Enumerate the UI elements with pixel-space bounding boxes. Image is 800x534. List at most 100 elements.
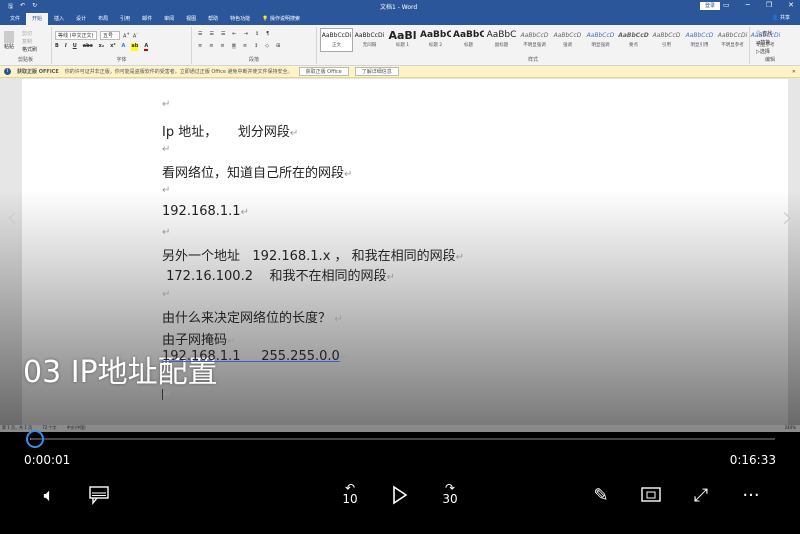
get-office-button[interactable]: 获取正版 Office bbox=[298, 67, 349, 76]
share-button[interactable]: 👤 共享 bbox=[772, 14, 790, 21]
find-button[interactable]: 🔍查找 bbox=[756, 30, 772, 39]
shading-icon[interactable]: ◇ bbox=[265, 43, 269, 49]
align-center-icon[interactable]: ≡ bbox=[209, 43, 213, 49]
captions-icon[interactable] bbox=[86, 482, 112, 508]
style-item[interactable]: AaBbC 标题 2 bbox=[419, 28, 452, 52]
volume-icon[interactable]: 🔈︎ bbox=[36, 482, 62, 508]
restore-icon[interactable]: ❐ bbox=[766, 1, 772, 9]
shrink-font-icon[interactable]: A- bbox=[133, 31, 138, 40]
style-item[interactable]: AaBbCcDi 正文 bbox=[320, 28, 353, 52]
sort-icon[interactable]: ↕ bbox=[255, 31, 259, 37]
distributed-icon[interactable]: ≡ bbox=[243, 43, 247, 49]
vertical-scrollbar[interactable] bbox=[790, 79, 800, 425]
undo-icon[interactable]: ↶ bbox=[20, 2, 25, 12]
tab-file[interactable]: 文件 bbox=[4, 13, 26, 25]
strikethrough-icon[interactable]: abc bbox=[83, 43, 93, 51]
minimize-icon[interactable]: ─ bbox=[746, 1, 750, 9]
bullets-icon[interactable]: ☰ bbox=[198, 31, 202, 37]
skip-forward-button[interactable]: ↷ 30 bbox=[437, 482, 463, 508]
learn-more-button[interactable]: 了解详细信息 bbox=[354, 67, 399, 76]
style-item[interactable]: AaBbCcD 明显引用 bbox=[683, 28, 716, 52]
previous-arrow-icon[interactable]: ‹ bbox=[6, 200, 18, 235]
superscript-icon[interactable]: x² bbox=[110, 43, 115, 51]
edit-pencil-icon[interactable]: ✎ bbox=[588, 482, 614, 508]
tell-me-search[interactable]: 💡 操作说明搜索 bbox=[256, 13, 306, 25]
justify-icon[interactable]: ≡ bbox=[231, 43, 236, 49]
subscript-icon[interactable]: x₂ bbox=[99, 43, 104, 51]
style-item[interactable]: AaBbCcD 引用 bbox=[650, 28, 683, 52]
redo-icon[interactable]: ↻ bbox=[32, 2, 37, 12]
tab-view[interactable]: 视图 bbox=[180, 13, 202, 25]
align-left-icon[interactable]: ≡ bbox=[198, 43, 202, 49]
message-text: 你的许可证并非正版，你可能是盗版软件的受害者。立即通过正版 Office 避免中… bbox=[64, 69, 293, 75]
ribbon-display-icon[interactable]: ▭ bbox=[723, 1, 730, 9]
font-size-select[interactable]: 五号 bbox=[100, 31, 120, 40]
paste-button[interactable]: 粘贴 bbox=[4, 31, 14, 50]
increase-indent-icon[interactable]: ⇥ bbox=[244, 31, 248, 37]
style-preview: AaBbC bbox=[486, 30, 517, 40]
tab-home[interactable]: 开始 bbox=[26, 13, 49, 25]
bold-icon[interactable]: B bbox=[55, 43, 59, 51]
tab-references[interactable]: 引用 bbox=[114, 13, 136, 25]
style-item[interactable]: AaBbC 副标题 bbox=[485, 28, 518, 52]
styles-group-label: 样式 bbox=[527, 57, 538, 63]
media-player-controls: 0:00:01 0:16:33 🔈︎ ↶ 10 ↷ 30 ✎ ⤢ ··· bbox=[0, 430, 800, 534]
close-icon[interactable]: ✕ bbox=[788, 1, 794, 9]
borders-icon[interactable]: ⊞ bbox=[276, 43, 280, 49]
seek-bar[interactable] bbox=[30, 438, 775, 440]
style-preview: AaBbCcDi bbox=[354, 32, 385, 39]
font-name-select[interactable]: 等线 (中文正文) bbox=[55, 31, 97, 40]
paste-label: 粘贴 bbox=[4, 44, 15, 50]
close-message-icon[interactable]: ✕ bbox=[792, 69, 796, 75]
tab-layout[interactable]: 布局 bbox=[92, 13, 114, 25]
style-item[interactable]: AaBbCcD 要点 bbox=[617, 28, 650, 52]
play-button[interactable] bbox=[387, 482, 413, 508]
text-effects-icon[interactable]: A bbox=[122, 43, 126, 51]
style-item[interactable]: AaBbC 标题 bbox=[452, 28, 485, 52]
elapsed-time: 0:00:01 bbox=[24, 453, 71, 467]
doc-line: 由什么来决定网络位的长度？ ↵ bbox=[162, 311, 343, 326]
style-preview: AaBbCcD bbox=[520, 32, 549, 39]
copy-button[interactable]: 复制 bbox=[22, 38, 37, 46]
replace-button[interactable]: ⇄替换 bbox=[756, 39, 772, 48]
seek-thumb[interactable] bbox=[26, 430, 44, 448]
tab-mailings[interactable]: 邮件 bbox=[136, 13, 158, 25]
tab-insert[interactable]: 插入 bbox=[48, 13, 70, 25]
highlight-icon[interactable]: ab bbox=[131, 43, 139, 51]
underline-icon[interactable]: U bbox=[73, 43, 77, 51]
more-options-icon[interactable]: ··· bbox=[738, 482, 764, 508]
tab-review[interactable]: 审阅 bbox=[158, 13, 180, 25]
format-painter-button[interactable]: 格式刷 bbox=[22, 46, 37, 54]
grow-font-icon[interactable]: A+ bbox=[123, 31, 130, 40]
tab-special[interactable]: 特色功能 bbox=[224, 13, 256, 25]
doc-line: 由子网掩码↵ bbox=[162, 333, 236, 348]
italic-icon[interactable]: I bbox=[65, 43, 67, 51]
share-label: 共享 bbox=[779, 15, 790, 21]
tab-help[interactable]: 帮助 bbox=[202, 13, 224, 25]
style-item[interactable]: AaBbCcDi 不明显参考 bbox=[716, 28, 749, 52]
multilevel-icon[interactable]: ☰ bbox=[221, 31, 225, 37]
login-button[interactable]: 登录 bbox=[700, 2, 721, 10]
align-right-icon[interactable]: ≡ bbox=[220, 43, 224, 49]
document-page[interactable]: ↵ Ip 地址， 划分网段↵ ↵ 看网络位，知道自己所在的网段↵ ↵ 192.1… bbox=[22, 79, 788, 425]
font-color-icon[interactable]: A bbox=[144, 43, 149, 51]
style-name: 要点 bbox=[629, 43, 638, 48]
skip-back-button[interactable]: ↶ 10 bbox=[337, 482, 363, 508]
style-item[interactable]: AaBbCcD 明显强调 bbox=[584, 28, 617, 52]
style-item[interactable]: AaBbCcDi 无间隔 bbox=[353, 28, 386, 52]
cut-button[interactable]: 剪切 bbox=[22, 30, 37, 38]
doc-line: 另外一个地址 192.168.1.x ， 和我在相同的网段↵ bbox=[162, 249, 465, 264]
zoom-level[interactable]: 240% bbox=[785, 425, 800, 432]
line-spacing-icon[interactable]: ↕ bbox=[254, 43, 258, 49]
mini-view-icon[interactable] bbox=[638, 482, 664, 508]
decrease-indent-icon[interactable]: ⇤ bbox=[232, 31, 236, 37]
numbering-icon[interactable]: ☰ bbox=[209, 31, 213, 37]
style-item[interactable]: AaBbCcD 强调 bbox=[551, 28, 584, 52]
style-item[interactable]: AaBl 标题 1 bbox=[386, 28, 419, 52]
fullscreen-icon[interactable]: ⤢ bbox=[688, 482, 714, 508]
tab-design[interactable]: 设计 bbox=[70, 13, 92, 25]
save-icon[interactable]: 🖫 bbox=[8, 2, 13, 12]
show-marks-icon[interactable]: ¶ bbox=[266, 31, 269, 37]
style-item[interactable]: AaBbCcD 不明显强调 bbox=[518, 28, 551, 52]
next-arrow-icon[interactable]: › bbox=[782, 200, 794, 235]
